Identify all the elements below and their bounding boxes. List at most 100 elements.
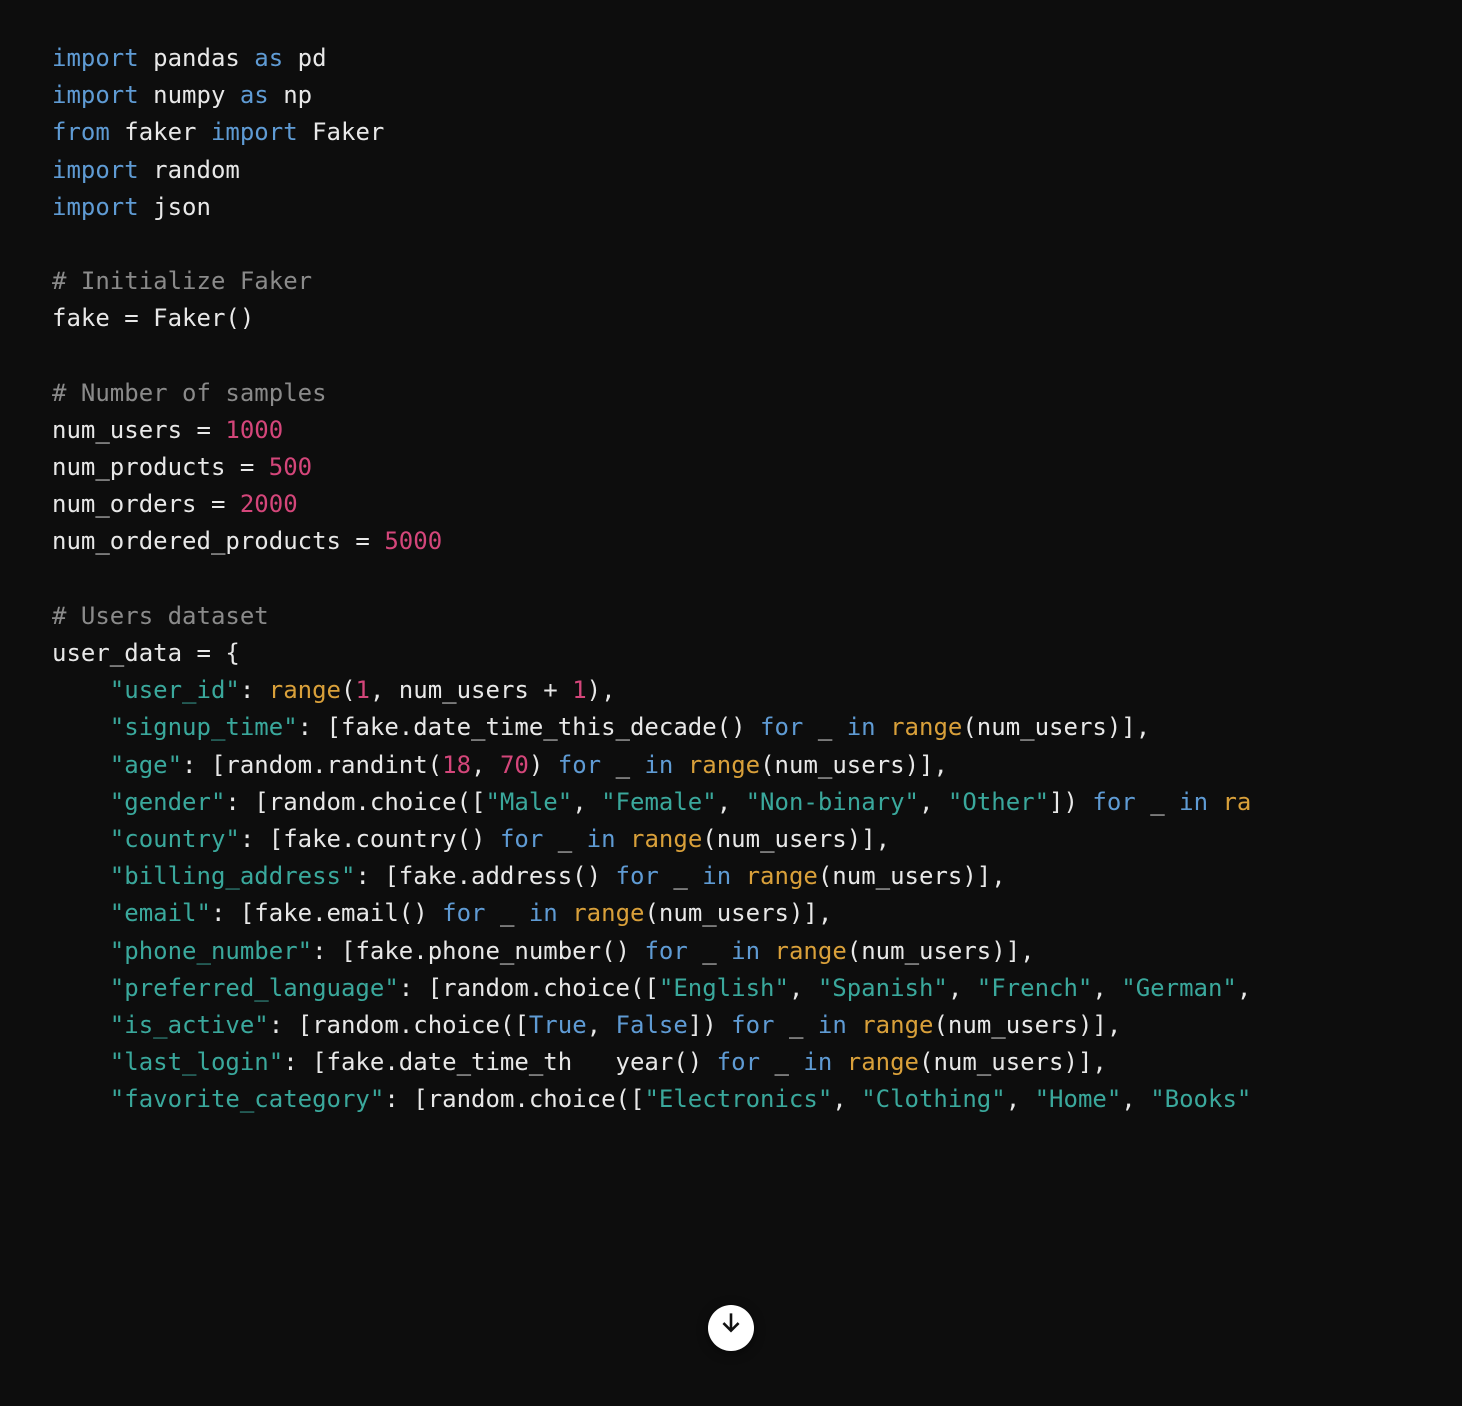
python-code-block[interactable]: import pandas as pd import numpy as np fro… bbox=[0, 28, 1462, 1148]
code-token bbox=[52, 1011, 110, 1039]
code-token bbox=[52, 751, 110, 779]
code-token: 1 bbox=[572, 676, 586, 704]
code-token: : bbox=[240, 676, 269, 704]
code-token: (num_users)], bbox=[962, 713, 1150, 741]
code-token: "Electronics" bbox=[644, 1085, 832, 1113]
code-token bbox=[52, 1048, 110, 1076]
code-token: import bbox=[52, 193, 139, 221]
code-token: range bbox=[746, 862, 818, 890]
code-token: , bbox=[1237, 974, 1251, 1002]
code-line: "favorite_category": [random.choice(["El… bbox=[52, 1081, 1410, 1118]
code-token: np bbox=[269, 81, 312, 109]
code-token: from bbox=[52, 118, 110, 146]
code-line: # Initialize Faker bbox=[52, 263, 1410, 300]
code-token: num_ordered_products = bbox=[52, 527, 384, 555]
code-token: : [fake.address() bbox=[355, 862, 615, 890]
code-token: , bbox=[789, 974, 818, 1002]
code-token: "email" bbox=[110, 899, 211, 927]
code-token: _ bbox=[688, 937, 731, 965]
code-token: : [random.choice([ bbox=[225, 788, 485, 816]
code-line: num_users = 1000 bbox=[52, 412, 1410, 449]
code-token: range bbox=[861, 1011, 933, 1039]
code-token: (num_users)], bbox=[702, 825, 890, 853]
code-token: random bbox=[139, 156, 240, 184]
code-token: in bbox=[818, 1011, 847, 1039]
code-line: import json bbox=[52, 189, 1410, 226]
code-token: : [fake.email() bbox=[211, 899, 442, 927]
code-token bbox=[847, 1011, 861, 1039]
code-token: False bbox=[616, 1011, 688, 1039]
code-line: import random bbox=[52, 152, 1410, 189]
code-token bbox=[52, 1085, 110, 1113]
code-line: "age": [random.randint(18, 70) for _ in … bbox=[52, 747, 1410, 784]
code-token: 1 bbox=[355, 676, 369, 704]
code-token: : [fake.phone_number() bbox=[312, 937, 644, 965]
code-editor-viewport: import pandas as pd import numpy as np fro… bbox=[0, 0, 1462, 1148]
code-token: , bbox=[587, 1011, 616, 1039]
code-token: : [random.randint( bbox=[182, 751, 442, 779]
code-token: as bbox=[254, 44, 283, 72]
code-line: user_data = { bbox=[52, 635, 1410, 672]
code-token: ]) bbox=[1049, 788, 1092, 816]
code-token bbox=[52, 862, 110, 890]
code-line: fake = Faker() bbox=[52, 300, 1410, 337]
code-token: True bbox=[529, 1011, 587, 1039]
code-token: (num_users)], bbox=[933, 1011, 1121, 1039]
code-token: 70 bbox=[500, 751, 529, 779]
code-token: in bbox=[1179, 788, 1208, 816]
code-token: # Users dataset bbox=[52, 602, 269, 630]
code-token: fake = Faker() bbox=[52, 304, 254, 332]
code-token bbox=[731, 862, 745, 890]
code-token: : [random.choice([ bbox=[384, 1085, 644, 1113]
code-line: "is_active": [random.choice([True, False… bbox=[52, 1007, 1410, 1044]
code-token: user_data = { bbox=[52, 639, 240, 667]
code-token: for bbox=[1092, 788, 1135, 816]
code-token: "Spanish" bbox=[818, 974, 948, 1002]
code-token: import bbox=[211, 118, 298, 146]
code-token: , bbox=[1121, 1085, 1150, 1113]
code-token: range bbox=[775, 937, 847, 965]
code-token: "Home" bbox=[1035, 1085, 1122, 1113]
code-token: for bbox=[500, 825, 543, 853]
code-line: from faker import Faker bbox=[52, 114, 1410, 151]
code-token: "phone_number" bbox=[110, 937, 312, 965]
scroll-down-button[interactable] bbox=[708, 1305, 754, 1351]
code-token: in bbox=[587, 825, 616, 853]
code-token: faker bbox=[110, 118, 211, 146]
code-token: "country" bbox=[110, 825, 240, 853]
code-token: range bbox=[572, 899, 644, 927]
code-token: in bbox=[529, 899, 558, 927]
code-token bbox=[52, 676, 110, 704]
code-token: "Non-binary" bbox=[746, 788, 919, 816]
code-token: (num_users)], bbox=[818, 862, 1006, 890]
code-token: for bbox=[731, 1011, 774, 1039]
code-token: _ bbox=[1136, 788, 1179, 816]
code-token bbox=[52, 899, 110, 927]
code-token: range bbox=[890, 713, 962, 741]
code-token: "last_login" bbox=[110, 1048, 283, 1076]
code-token: , bbox=[471, 751, 500, 779]
code-token: "English" bbox=[659, 974, 789, 1002]
code-token: for bbox=[558, 751, 601, 779]
code-token bbox=[616, 825, 630, 853]
code-token: json bbox=[139, 193, 211, 221]
code-token: as bbox=[240, 81, 269, 109]
code-line: num_ordered_products = 5000 bbox=[52, 523, 1410, 560]
code-line: "country": [fake.country() for _ in rang… bbox=[52, 821, 1410, 858]
code-token: numpy bbox=[139, 81, 240, 109]
code-token: "billing_address" bbox=[110, 862, 356, 890]
code-token: : [random.choice([ bbox=[269, 1011, 529, 1039]
code-token: "Clothing" bbox=[861, 1085, 1006, 1113]
code-token: _ bbox=[803, 713, 846, 741]
code-token bbox=[673, 751, 687, 779]
code-token: for bbox=[760, 713, 803, 741]
code-token: in bbox=[702, 862, 731, 890]
code-line: import pandas as pd bbox=[52, 40, 1410, 77]
code-token: "French" bbox=[977, 974, 1093, 1002]
code-token: "gender" bbox=[110, 788, 226, 816]
code-token: "German" bbox=[1121, 974, 1237, 1002]
code-token: "Male" bbox=[485, 788, 572, 816]
code-line: "billing_address": [fake.address() for _… bbox=[52, 858, 1410, 895]
code-token: for bbox=[616, 862, 659, 890]
code-token: "Books" bbox=[1150, 1085, 1251, 1113]
